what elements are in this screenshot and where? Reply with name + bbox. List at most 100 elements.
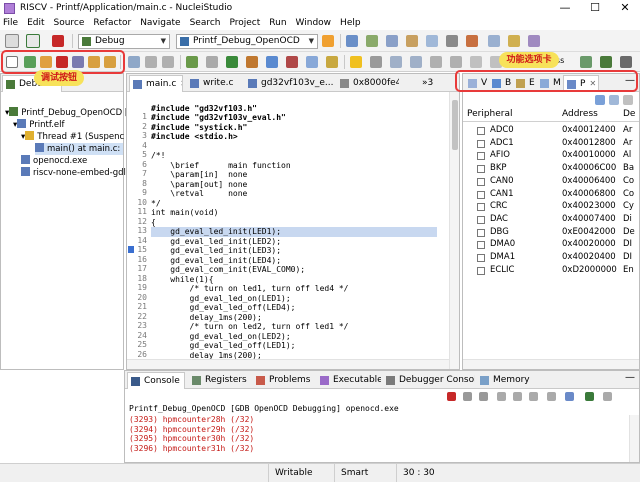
console-scrollbar[interactable] <box>629 415 639 462</box>
peripheral-row[interactable]: DAC 0x40007400 Di <box>463 213 639 226</box>
peripheral-row[interactable]: ADC1 0x40012800 Ar <box>463 137 639 150</box>
run-icon[interactable] <box>226 56 238 68</box>
menu-project[interactable]: Project <box>229 18 260 28</box>
new-icon[interactable] <box>346 35 358 47</box>
peripheral-checkbox[interactable] <box>477 228 485 237</box>
menu-window[interactable]: Window <box>296 18 332 28</box>
debug-settings-icon[interactable] <box>26 34 40 48</box>
maximize-button[interactable]: ☐ <box>580 0 610 16</box>
collapse-all-icon[interactable] <box>595 95 605 105</box>
prev-annotation-icon[interactable] <box>450 56 462 68</box>
peripheral-row[interactable]: CAN0 0x40006400 Co <box>463 175 639 188</box>
peripheral-checkbox[interactable] <box>477 127 485 135</box>
remove-launch-icon[interactable] <box>463 392 472 401</box>
step-return-icon[interactable] <box>128 56 140 68</box>
stop-icon[interactable] <box>52 35 64 47</box>
open-folder-icon[interactable] <box>508 35 520 47</box>
peripheral-checkbox[interactable] <box>477 165 485 174</box>
drop-to-frame-icon[interactable] <box>145 56 157 68</box>
debug-launch-icon[interactable] <box>186 56 198 68</box>
highlight-icon[interactable] <box>350 56 362 68</box>
tab-debugger-console[interactable]: Debugger Console <box>383 372 475 389</box>
peripheral-checkbox[interactable] <box>477 190 485 199</box>
external-tools-icon[interactable] <box>466 35 478 47</box>
code-area[interactable]: #include "gd32vf103.h" #include "gd32vf10… <box>127 74 449 360</box>
build-icon[interactable] <box>5 34 19 48</box>
peripheral-hscrollbar[interactable] <box>463 359 639 369</box>
minimize-button[interactable]: — <box>550 0 580 16</box>
annotation-icon[interactable] <box>390 56 402 68</box>
tree-item-frame[interactable]: main() at main.c: <box>35 143 123 155</box>
peripheral-row[interactable]: DMA1 0x40020400 DI <box>463 251 639 264</box>
print-icon[interactable] <box>406 35 418 47</box>
profile-icon[interactable] <box>286 56 298 68</box>
peripheral-row[interactable]: DMA0 0x40020000 DI <box>463 238 639 251</box>
peripheral-checkbox[interactable] <box>477 241 485 250</box>
search-icon[interactable] <box>528 35 540 47</box>
link-icon[interactable] <box>609 95 619 105</box>
column-description[interactable]: De <box>623 109 635 119</box>
launch-config-combo[interactable]: Printf_Debug_OpenOCD ▼ <box>176 34 318 49</box>
view-menu-icon[interactable] <box>603 392 612 401</box>
tab-registers[interactable]: Registers <box>189 372 251 389</box>
terminal-icon[interactable] <box>446 35 458 47</box>
menu-run[interactable]: Run <box>269 18 286 28</box>
menu-refactor[interactable]: Refactor <box>93 18 131 28</box>
tree-item-gdb[interactable]: riscv-none-embed-gdl <box>21 167 126 179</box>
view-menu-icon[interactable] <box>623 95 633 105</box>
column-peripheral[interactable]: Peripheral <box>467 109 513 119</box>
peripheral-row[interactable]: DBG 0xE0042000 De <box>463 226 639 239</box>
clear-console-icon[interactable] <box>497 392 506 401</box>
pencil-icon[interactable] <box>326 56 338 68</box>
close-icon[interactable]: ✕ <box>184 376 185 385</box>
peripheral-row[interactable]: CRC 0x40023000 Cy <box>463 200 639 213</box>
word-wrap-icon[interactable] <box>529 392 538 401</box>
menu-file[interactable]: File <box>3 18 18 28</box>
peripheral-row[interactable]: BKP 0x40006C00 Ba <box>463 162 639 175</box>
back-icon[interactable] <box>470 56 482 68</box>
gear-icon[interactable] <box>322 35 334 47</box>
peripheral-checkbox[interactable] <box>477 215 485 224</box>
next-annotation-icon[interactable] <box>430 56 442 68</box>
menu-search[interactable]: Search <box>190 18 221 28</box>
pin-console-icon[interactable] <box>547 392 556 401</box>
minimize-icon[interactable]: — <box>625 372 635 383</box>
new-project-icon[interactable] <box>306 56 318 68</box>
tab-memory[interactable]: Memory <box>477 372 535 389</box>
tree-item-elf[interactable]: ▾ Printf.elf <box>13 119 65 131</box>
show-whitespace-icon[interactable] <box>410 56 422 68</box>
scroll-lock-icon[interactable] <box>513 392 522 401</box>
debug-perspective-icon[interactable] <box>600 56 612 68</box>
peripheral-checkbox[interactable] <box>477 177 485 186</box>
peripheral-row[interactable]: AFIO 0x40010000 Al <box>463 149 639 162</box>
tab-console[interactable]: Console✕ <box>127 372 185 389</box>
peripheral-row[interactable]: CAN1 0x40006800 Co <box>463 188 639 201</box>
peripheral-checkbox[interactable] <box>477 203 485 212</box>
peripheral-row[interactable]: ADC0 0x40012400 Ar <box>463 124 639 137</box>
menu-edit[interactable]: Edit <box>27 18 44 28</box>
menu-help[interactable]: Help <box>340 18 361 28</box>
save-all-icon[interactable] <box>386 35 398 47</box>
tree-item-openocd[interactable]: openocd.exe <box>21 155 87 167</box>
tree-item-thread[interactable]: ▾ Thread #1 (Suspenc <box>21 131 124 143</box>
tab-problems[interactable]: Problems <box>253 372 315 389</box>
c-perspective-icon[interactable] <box>580 56 592 68</box>
remove-all-icon[interactable] <box>479 392 488 401</box>
properties-icon[interactable] <box>426 35 438 47</box>
save-icon[interactable] <box>366 35 378 47</box>
peripheral-checkbox[interactable] <box>477 266 485 275</box>
launch-mode-combo[interactable]: Debug ▼ <box>78 34 170 49</box>
gear-icon[interactable] <box>620 56 632 68</box>
editor-hscrollbar[interactable] <box>127 359 449 369</box>
tree-item-launch[interactable]: ▾ Printf_Debug_OpenOCD [ <box>5 107 128 119</box>
tab-executables[interactable]: Executables <box>317 372 381 389</box>
instruction-stepping-icon[interactable] <box>162 56 174 68</box>
external-tool-icon[interactable] <box>246 56 258 68</box>
open-console-icon[interactable] <box>585 392 594 401</box>
coverage-icon[interactable] <box>266 56 278 68</box>
scroll-thumb[interactable] <box>452 100 458 150</box>
peripheral-row[interactable]: ECLIC 0xD2000000 En <box>463 264 639 277</box>
build-targets-icon[interactable] <box>206 56 218 68</box>
peripheral-checkbox[interactable] <box>477 139 485 148</box>
peripheral-checkbox[interactable] <box>477 152 485 161</box>
